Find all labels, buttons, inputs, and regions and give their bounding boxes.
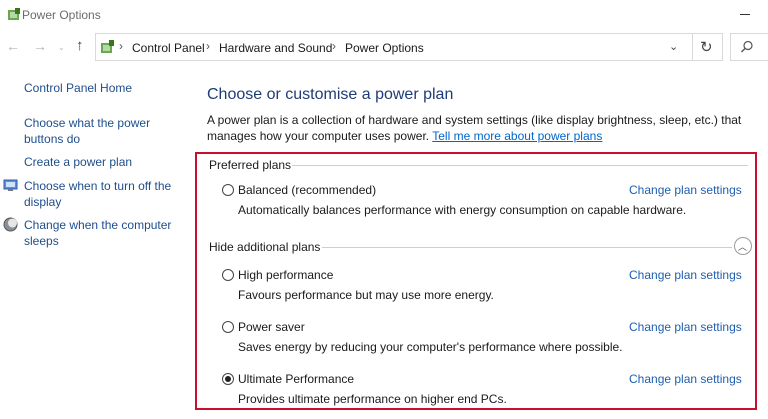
search-icon [741, 40, 753, 53]
plan-radio-power-saver[interactable] [222, 321, 234, 333]
minimize-button[interactable] [740, 14, 750, 15]
change-plan-settings-power-saver[interactable]: Change plan settings [629, 320, 742, 334]
breadcrumb-hardware-and-sound[interactable]: Hardware and Sound [219, 41, 332, 55]
up-button[interactable]: ↑ [76, 38, 84, 54]
refresh-button[interactable]: ↻ [700, 38, 713, 56]
plan-description-high-performance: Favours performance but may use more ene… [238, 288, 494, 302]
breadcrumb-separator: › [332, 39, 336, 53]
back-button[interactable]: ← [6, 38, 20, 54]
breadcrumb-control-panel[interactable]: Control Panel [132, 41, 205, 55]
plan-description-balanced: Automatically balances performance with … [238, 203, 687, 217]
display-settings-icon [3, 179, 18, 191]
plan-name-ultimate-performance[interactable]: Ultimate Performance [238, 372, 354, 386]
learn-more-link[interactable]: Tell me more about power plans [432, 129, 602, 143]
collapse-plans-button[interactable]: ︿ [734, 237, 752, 255]
navigation-bar: ← → ⌄ ↑ › Control Panel › Hardware and S… [0, 30, 768, 64]
change-plan-settings-high-performance[interactable]: Change plan settings [629, 268, 742, 282]
change-plan-settings-balanced[interactable]: Change plan settings [629, 183, 742, 197]
title-bar: Power Options [0, 0, 768, 30]
address-bar[interactable]: › Control Panel › Hardware and Sound › P… [95, 33, 723, 61]
breadcrumb-power-options[interactable]: Power Options [345, 41, 424, 55]
page-title: Choose or customise a power plan [207, 86, 454, 103]
address-dropdown-icon[interactable]: ⌄ [669, 40, 678, 53]
plan-radio-ultimate-performance[interactable] [222, 373, 234, 385]
plan-name-power-saver[interactable]: Power saver [238, 320, 305, 334]
sidebar-item-turn-off-display[interactable]: Choose when to turn off the display [24, 178, 174, 210]
group-divider [322, 247, 732, 248]
plan-name-high-performance[interactable]: High performance [238, 268, 333, 282]
forward-button[interactable]: → [33, 38, 47, 54]
hide-additional-plans-header[interactable]: Hide additional plans [209, 240, 320, 254]
plan-description-ultimate-performance: Provides ultimate performance on higher … [238, 392, 507, 406]
window-title: Power Options [22, 8, 101, 22]
chevron-up-icon: ︿ [738, 242, 748, 252]
sleep-settings-icon [3, 217, 18, 232]
change-plan-settings-ultimate-performance[interactable]: Change plan settings [629, 372, 742, 386]
plan-name-balanced[interactable]: Balanced (recommended) [238, 183, 376, 197]
address-divider [692, 34, 693, 60]
power-options-icon [8, 8, 20, 20]
sidebar-item-computer-sleeps[interactable]: Change when the computer sleeps [24, 217, 174, 249]
breadcrumb-separator: › [119, 39, 123, 53]
sidebar-item-power-buttons[interactable]: Choose what the power buttons do [24, 115, 164, 147]
recent-locations-button[interactable]: ⌄ [58, 40, 65, 56]
group-divider [292, 165, 748, 166]
preferred-plans-header: Preferred plans [209, 158, 292, 172]
sidebar-item-create-power-plan[interactable]: Create a power plan [24, 154, 132, 170]
plan-radio-high-performance[interactable] [222, 269, 234, 281]
plan-radio-balanced[interactable] [222, 184, 234, 196]
search-box[interactable] [730, 33, 768, 61]
plan-description-power-saver: Saves energy by reducing your computer's… [238, 340, 623, 354]
control-panel-icon [101, 40, 114, 53]
breadcrumb-separator: › [206, 39, 210, 53]
page-description: A power plan is a collection of hardware… [207, 112, 757, 144]
sidebar-item-control-panel-home[interactable]: Control Panel Home [24, 80, 132, 96]
